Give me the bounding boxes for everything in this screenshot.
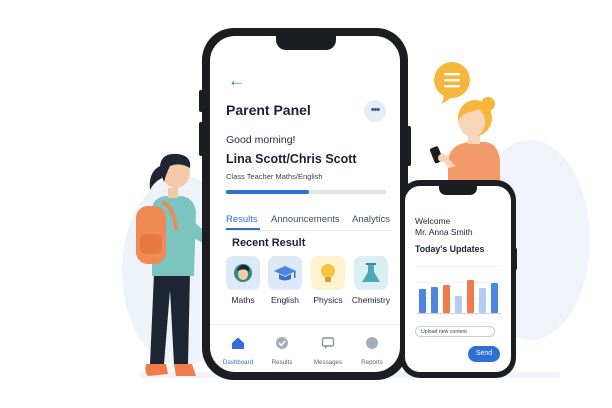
- tab-announcements[interactable]: Announcements: [271, 214, 340, 225]
- updates-bar-chart: [417, 266, 501, 314]
- parent-names: Lina Scott/Chris Scott: [226, 152, 357, 166]
- nav-reports[interactable]: Reports: [350, 336, 394, 366]
- page-title: Parent Panel: [226, 102, 311, 118]
- more-options-button[interactable]: •••: [364, 100, 386, 122]
- subject-tile: [226, 256, 260, 290]
- bottom-nav-divider: [210, 324, 400, 325]
- check-circle-icon: [276, 337, 288, 349]
- tab-analytics[interactable]: Analytics: [352, 214, 390, 225]
- chart-bar: [479, 288, 486, 313]
- chart-bar: [467, 280, 474, 313]
- class-teacher-info: Class Teacher Maths/English: [226, 172, 323, 181]
- chart-bar: [443, 285, 450, 313]
- woman-with-phone-illustration: [429, 62, 500, 190]
- subject-tile: [354, 256, 388, 290]
- chart-baseline: [417, 313, 501, 314]
- updates-title: Today's Updates: [415, 244, 485, 254]
- nav-label: Reports: [361, 359, 383, 366]
- upload-content-input[interactable]: Upload new content: [415, 326, 495, 337]
- nav-label: Dashboard: [222, 359, 254, 366]
- send-button[interactable]: Send: [468, 346, 500, 362]
- active-tab-indicator: [226, 228, 260, 230]
- teacher-name: Mr. Anna Smith: [415, 227, 473, 237]
- welcome-text: Welcome: [415, 216, 451, 226]
- subject-maths[interactable]: Maths: [225, 256, 261, 305]
- lightbulb-icon: [321, 264, 335, 282]
- progress-bar: [226, 190, 386, 194]
- main-phone-screen: ← Parent Panel ••• Good morning! Lina Sc…: [210, 36, 400, 372]
- teacher-phone-screen: Welcome Mr. Anna Smith Today's Updates U…: [405, 186, 511, 372]
- chart-bar: [419, 289, 426, 313]
- chart-grid-line: [417, 282, 501, 283]
- greeting-text: Good morning!: [226, 134, 296, 146]
- subject-english[interactable]: English: [267, 256, 303, 305]
- student-avatar-icon: [234, 264, 252, 282]
- nav-messages[interactable]: Messages: [306, 336, 350, 366]
- section-title: Recent Result: [232, 237, 306, 249]
- subject-tile: [268, 256, 302, 290]
- subject-physics[interactable]: Physics: [310, 256, 346, 305]
- speech-bubble-icon: [434, 62, 470, 104]
- nav-dashboard[interactable]: Dashboard: [216, 336, 260, 366]
- phone-notch: [439, 186, 477, 195]
- progress-bar-fill: [226, 190, 310, 194]
- chart-grid-line: [417, 266, 501, 267]
- tab-results[interactable]: Results: [226, 214, 258, 225]
- subject-chemistry[interactable]: Chemistry: [352, 256, 390, 305]
- tabs-divider: [226, 230, 392, 231]
- message-icon: [321, 337, 335, 349]
- nav-label: Messages: [313, 359, 343, 366]
- home-icon: [232, 337, 244, 349]
- reports-icon: [366, 337, 378, 349]
- subject-label: Chemistry: [351, 295, 391, 305]
- chart-bar: [491, 283, 498, 313]
- chart-bar: [431, 287, 438, 313]
- flask-icon: [362, 263, 380, 282]
- nav-results[interactable]: Results: [260, 336, 304, 366]
- subject-tile: [311, 256, 345, 290]
- nav-label: Results: [271, 359, 293, 366]
- graduation-cap-icon: [274, 266, 296, 281]
- more-dots-icon: •••: [370, 104, 381, 116]
- chart-bar: [455, 296, 462, 313]
- phone-notch: [276, 36, 336, 50]
- back-arrow-icon[interactable]: ←: [228, 72, 245, 89]
- main-phone: ← Parent Panel ••• Good morning! Lina Sc…: [202, 28, 408, 380]
- teacher-phone: Welcome Mr. Anna Smith Today's Updates U…: [400, 180, 516, 378]
